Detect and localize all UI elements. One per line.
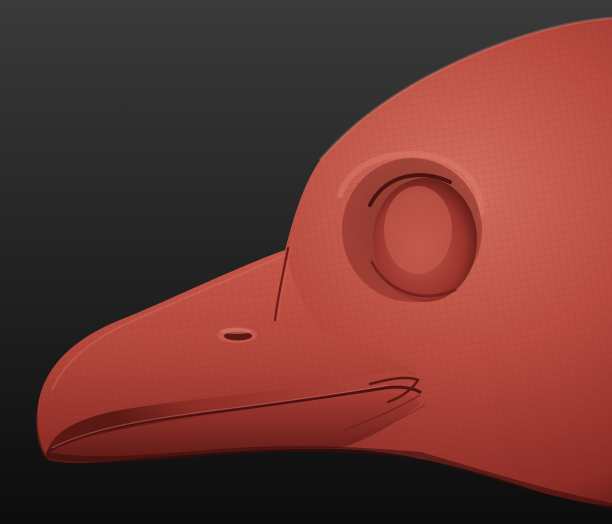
render-viewport: [0, 0, 612, 524]
nostril: [217, 327, 257, 343]
sculpt-render: [0, 0, 612, 524]
